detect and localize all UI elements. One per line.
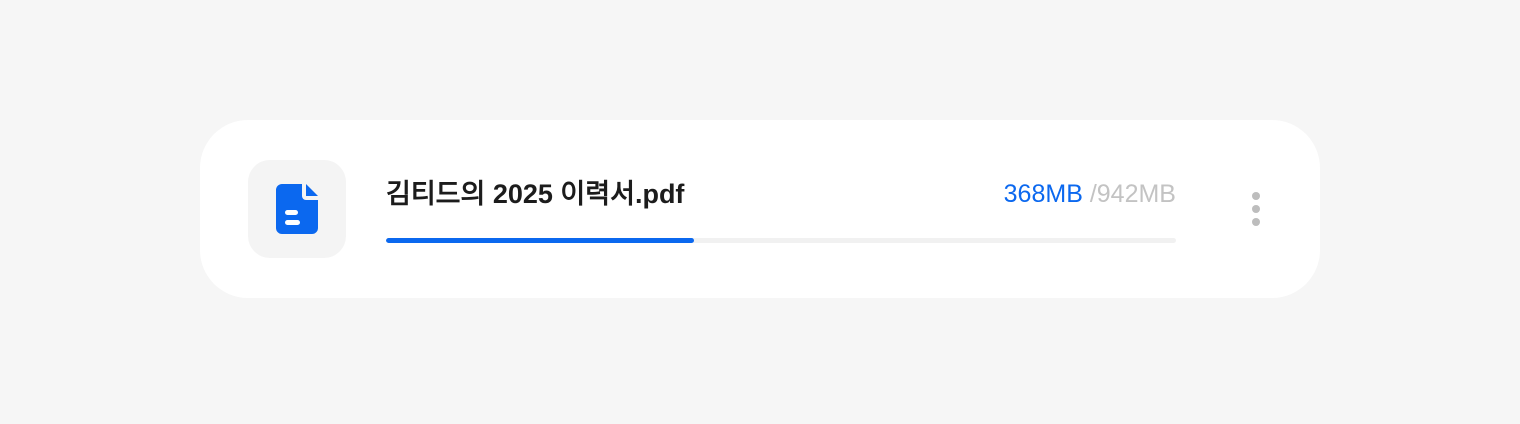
total-size: /942MB [1089, 180, 1176, 208]
file-upload-card: 김티드의 2025 이력서.pdf 368MB /942MB [200, 120, 1320, 298]
uploaded-size: 368MB [1003, 180, 1083, 208]
file-size: 368MB /942MB [1004, 176, 1176, 212]
upload-progress-fill [386, 238, 695, 243]
file-icon-container [248, 160, 346, 258]
upload-progress-bar [386, 238, 1176, 243]
document-icon [276, 184, 318, 234]
more-options-button[interactable] [1240, 186, 1272, 232]
file-name: 김티드의 2025 이력서.pdf [386, 179, 685, 209]
